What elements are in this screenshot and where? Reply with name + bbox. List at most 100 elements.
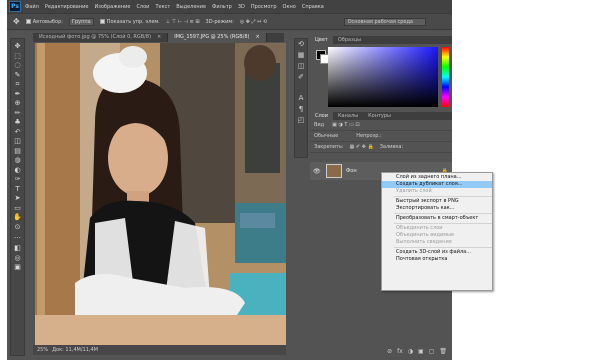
menu-item[interactable]: Просмотр <box>251 4 277 10</box>
panel-tab[interactable]: Каналы <box>333 112 363 120</box>
autoselect-option[interactable]: Автовыбор: <box>25 19 63 25</box>
autoselect-dropdown[interactable]: Группа <box>68 17 94 26</box>
new-layer-icon[interactable]: 🗑 <box>439 348 447 355</box>
folder-icon[interactable]: ▢ <box>429 348 435 355</box>
show-controls-checkbox[interactable] <box>99 19 105 24</box>
panel-tab[interactable]: Слои <box>310 112 333 120</box>
layers-bottom-bar: ⊘ fx ◑ ▣ ▢ 🗑 <box>310 347 452 356</box>
close-icon[interactable]: × <box>157 34 161 40</box>
layer-name[interactable]: Фон <box>346 168 357 174</box>
move-tool-icon[interactable]: ✥ <box>13 17 20 26</box>
layer-filter-row[interactable]: Вид ▣ ◑ T ▭ ⊡ <box>310 120 452 131</box>
context-menu-item[interactable]: Преобразовать в смарт-объект <box>382 215 492 222</box>
blur-icon[interactable]: ◍ <box>11 156 24 165</box>
menu-separator <box>394 247 492 248</box>
panel-tab[interactable]: Образцы <box>333 36 366 44</box>
document-canvas[interactable] <box>35 43 286 345</box>
paragraph-panel-icon[interactable]: ¶ <box>295 104 307 115</box>
context-menu-item[interactable]: Экспортировать как... <box>382 205 492 212</box>
pen-icon[interactable]: ✑ <box>11 175 24 184</box>
more-icon[interactable]: … <box>11 232 24 241</box>
eyedropper-icon[interactable]: ✒ <box>11 90 24 99</box>
document-tab-label: Исходный фото.jpg @ 75% (Слой 0, RGB/8) <box>39 34 152 40</box>
document-tab-label: IMG_1597.JPG @ 25% (RGB/8) <box>174 34 250 40</box>
menu-item[interactable]: Текст <box>155 4 170 10</box>
brush-panel-icon[interactable]: ✐ <box>295 72 307 83</box>
autoselect-checkbox[interactable] <box>25 19 31 24</box>
mask-icon[interactable]: ◑ <box>408 348 413 355</box>
context-menu: Слой из заднего плана... Создать дубликат… <box>381 172 493 291</box>
shape-icon[interactable]: ▭ <box>11 204 24 213</box>
character-panel-icon[interactable]: A <box>295 93 307 104</box>
menu-item[interactable]: Выделение <box>176 4 206 10</box>
fx-icon[interactable]: fx <box>397 348 403 355</box>
tools-panel: ✥ ⬚ ◌ ✎ ⌗ ✒ ⊕ ✏ ♣ ↶ ◫ ▤ ◍ ◐ ✑ T ➤ ▭ ✋ ⊙… ◧ ◎ ▣ <box>10 38 25 356</box>
eye-icon[interactable]: 👁 <box>313 168 323 175</box>
crop-icon[interactable]: ⌗ <box>11 80 24 89</box>
layer-comps-icon[interactable]: ◰ <box>295 115 307 126</box>
stamp-icon[interactable]: ♣ <box>11 118 24 127</box>
document-tab[interactable]: IMG_1597.JPG @ 25% (RGB/8) × <box>168 33 267 42</box>
properties-panel-icon[interactable]: ▦ <box>295 50 307 61</box>
eraser-icon[interactable]: ◫ <box>11 137 24 146</box>
document-size: Док: 11,4M/11,4M <box>52 347 98 353</box>
lock-row: Закрепить: ▦ ✐ ✥ 🔒 Заливка: <box>310 142 452 153</box>
dodge-icon[interactable]: ◐ <box>11 166 24 175</box>
menu-item[interactable]: Справка <box>302 4 324 10</box>
close-icon[interactable]: × <box>256 34 260 40</box>
blend-mode-row[interactable]: Обычные Непрозр.: <box>310 131 452 142</box>
menu-item[interactable]: Окно <box>283 4 296 10</box>
swatches-panel-icon[interactable]: ◫ <box>295 61 307 72</box>
layer-thumbnail <box>326 164 342 178</box>
blend-mode-select[interactable]: Обычные <box>314 133 338 139</box>
hue-slider[interactable] <box>442 47 449 107</box>
color-picker-field[interactable] <box>328 47 438 107</box>
menu-item[interactable]: Слои <box>136 4 149 10</box>
3d-mode-icons[interactable]: ◎ ✥ ⤢ ↔ ⟲ <box>240 19 267 25</box>
quick-select-icon[interactable]: ✎ <box>11 71 24 80</box>
link-layers-icon[interactable]: ⊘ <box>387 348 392 355</box>
context-menu-item: Удалить слой <box>396 188 432 194</box>
fg-bg-icon[interactable]: ◧ <box>11 244 24 253</box>
mode-3d-label: 3D-режим: <box>205 18 234 25</box>
gradient-icon[interactable]: ▤ <box>11 147 24 156</box>
context-menu-item[interactable]: Быстрый экспорт в PNG <box>382 198 492 205</box>
document-tab[interactable]: Исходный фото.jpg @ 75% (Слой 0, RGB/8) × <box>33 33 169 42</box>
menu-item[interactable]: Редактирование <box>45 4 89 10</box>
panel-tab[interactable]: Контуры <box>363 112 396 120</box>
context-menu-item[interactable]: Создать дубликат слоя... <box>382 181 492 188</box>
workspace-select[interactable]: Основная рабочая среда <box>343 17 426 26</box>
brush-icon[interactable]: ✏ <box>11 109 24 118</box>
menu-item[interactable]: Изображение <box>94 4 130 10</box>
menu-item[interactable]: Файл <box>25 4 39 10</box>
healing-icon[interactable]: ⊕ <box>11 99 24 108</box>
menu-separator <box>394 196 492 197</box>
history-brush-icon[interactable]: ↶ <box>11 128 24 137</box>
quickmask-icon[interactable]: ◎ <box>11 254 24 263</box>
context-menu-item[interactable]: Слой из заднего плана... <box>382 174 492 181</box>
move-icon[interactable]: ✥ <box>11 42 24 51</box>
adjustment-icon[interactable]: ▣ <box>418 348 424 355</box>
filter-icons[interactable]: ▣ ◑ T ▭ ⊡ <box>332 122 359 128</box>
zoom-icon[interactable]: ⊙ <box>11 223 24 232</box>
context-menu-item: Объединить слои <box>396 225 443 231</box>
menu-item[interactable]: 3D <box>238 4 245 10</box>
context-menu-item[interactable]: Создать 3D-слой из файла... <box>382 249 492 256</box>
hand-icon[interactable]: ✋ <box>11 213 24 222</box>
photoshop-logo: Ps <box>9 1 21 12</box>
show-controls-option[interactable]: Показать упр. элем. <box>99 19 160 25</box>
path-select-icon[interactable]: ➤ <box>11 194 24 203</box>
context-menu-item[interactable]: Почтовая открытка <box>382 256 492 263</box>
marquee-icon[interactable]: ⬚ <box>11 52 24 61</box>
context-menu-item: Выполнить сведение <box>396 239 452 245</box>
panel-tab[interactable]: Цвет <box>310 36 333 44</box>
menu-item[interactable]: Фильтр <box>212 4 232 10</box>
screenmode-icon[interactable]: ▣ <box>11 263 24 272</box>
align-icons[interactable]: ⊥ ⊤ ⊢ ⊣ ≡ ⊞ <box>166 19 200 25</box>
lasso-icon[interactable]: ◌ <box>11 61 24 70</box>
lock-icons[interactable]: ▦ ✐ ✥ 🔒 <box>350 144 374 150</box>
text-icon[interactable]: T <box>11 185 24 194</box>
context-menu-item: Объединить видимые <box>396 232 455 238</box>
history-panel-icon[interactable]: ⟲ <box>295 39 307 50</box>
zoom-level[interactable]: 25% <box>37 347 48 353</box>
